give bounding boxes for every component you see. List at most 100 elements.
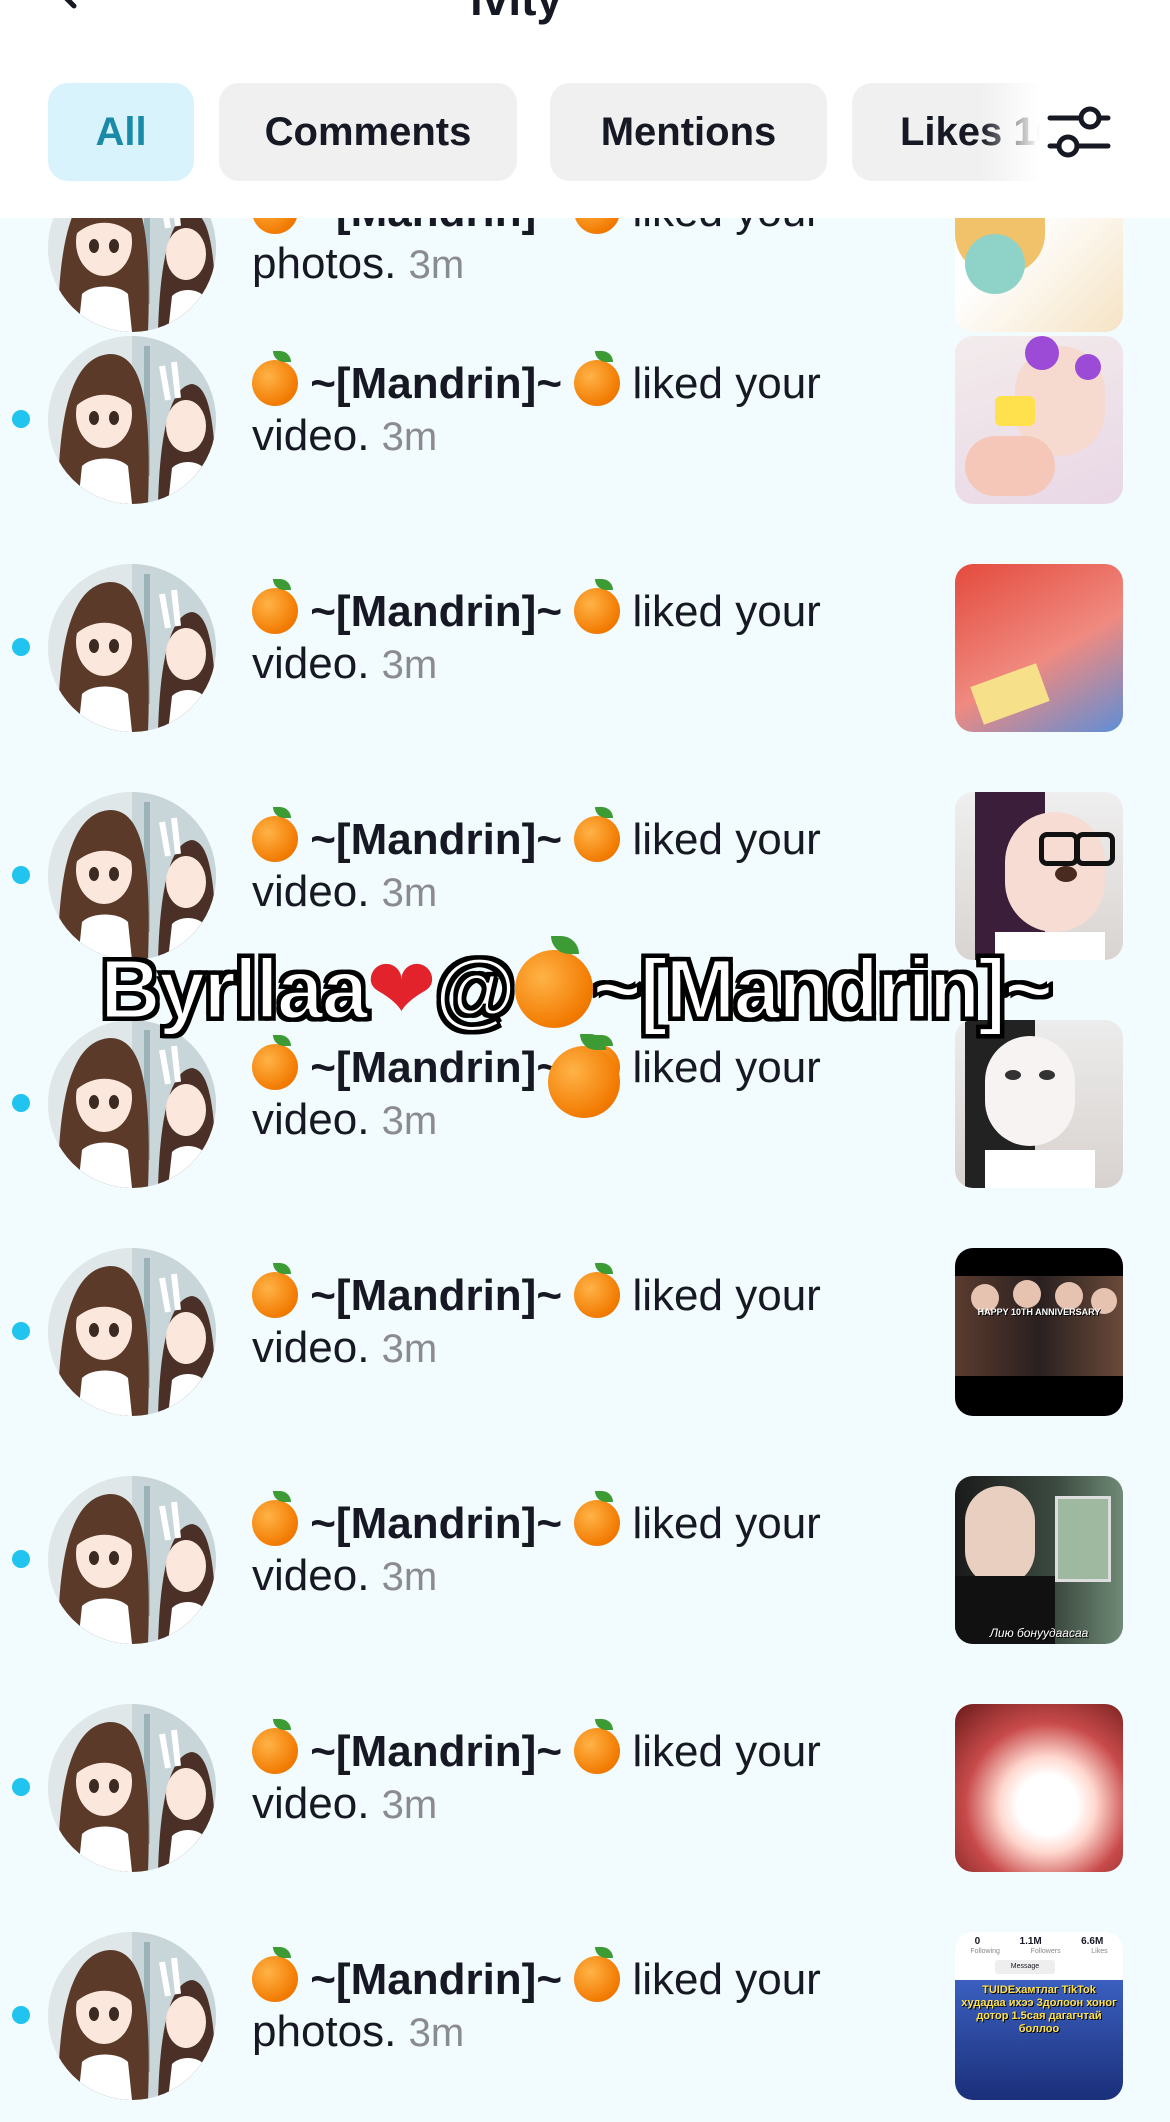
stat-label: Followers [1030, 1948, 1061, 1955]
stat-following: 0 [974, 1936, 981, 1947]
notification-row[interactable]: ~[Mandrin]~ liked your video. 3m [0, 526, 1170, 754]
header-bar: ivity All Comments Mentions Likes 16 [0, 0, 1170, 218]
object-text: video. [252, 867, 370, 916]
timestamp: 3m [381, 1783, 438, 1827]
avatar[interactable] [48, 564, 216, 732]
object-text: photos. [252, 239, 397, 288]
page-title: ivity [470, 0, 562, 26]
orange-emoji-icon [252, 1947, 298, 2002]
username[interactable]: ~[Mandrin]~ [310, 1727, 562, 1776]
post-thumbnail[interactable] [955, 792, 1123, 960]
heart-icon: ❤ [366, 942, 436, 1036]
post-thumbnail[interactable] [955, 1020, 1123, 1188]
notification-text: ~[Mandrin]~ liked your photos. 3m [252, 1947, 892, 2059]
orange-emoji-icon [252, 1263, 298, 1318]
object-text: video. [252, 1323, 370, 1372]
action-text: liked your [632, 1043, 821, 1092]
thumbnail-text: TUIDEхамтлаг TikTok худадаа ихээ 3долоон… [961, 1984, 1117, 2035]
overlay-caption: Byrllaa❤@ ~[Mandrin]~ [98, 936, 1055, 1038]
username[interactable]: ~[Mandrin]~ [310, 1043, 562, 1092]
orange-emoji-icon [574, 1491, 621, 1546]
username[interactable]: ~[Mandrin]~ [310, 1271, 562, 1320]
orange-emoji-icon [574, 807, 621, 862]
orange-emoji-icon [574, 1263, 621, 1318]
post-thumbnail[interactable] [955, 564, 1123, 732]
avatar[interactable] [48, 1020, 216, 1188]
orange-emoji-icon [574, 1719, 621, 1774]
tab-comments[interactable]: Comments [219, 83, 517, 181]
avatar[interactable] [48, 336, 216, 504]
stat-followers: 1.1M [1019, 1936, 1042, 1947]
username[interactable]: ~[Mandrin]~ [310, 1499, 562, 1548]
notification-row[interactable]: ~[Mandrin]~ liked your photos. 3m 0 1.1M… [0, 1894, 1170, 2122]
username[interactable]: ~[Mandrin]~ [310, 815, 562, 864]
orange-emoji-icon [252, 807, 298, 862]
post-thumbnail[interactable]: HAPPY 10TH ANNIVERSARY [955, 1248, 1123, 1416]
tab-all[interactable]: All [48, 83, 194, 181]
orange-emoji-icon [252, 579, 298, 634]
unread-dot [12, 638, 30, 656]
unread-dot [12, 1550, 30, 1568]
unread-dot [12, 1778, 30, 1796]
orange-emoji-icon [574, 579, 621, 634]
post-thumbnail[interactable] [955, 1704, 1123, 1872]
thumbnail-text: HAPPY 10TH ANNIVERSARY [977, 1307, 1101, 1317]
unread-dot [12, 1094, 30, 1112]
tab-mentions[interactable]: Mentions [550, 83, 827, 181]
notification-text: ~[Mandrin]~ liked your video. 3m [252, 1263, 892, 1375]
post-thumbnail[interactable] [955, 336, 1123, 504]
message-button: Message [995, 1960, 1055, 1974]
thumbnail-caption: Лию бонуудаасаа [989, 1626, 1089, 1640]
stat-label: Following [970, 1948, 1000, 1955]
timestamp: 3m [381, 1555, 438, 1599]
notification-row[interactable]: ~[Mandrin]~ liked your video. 3m [0, 1666, 1170, 1894]
avatar[interactable] [48, 1248, 216, 1416]
timestamp: 3m [381, 643, 438, 687]
avatar[interactable] [48, 1476, 216, 1644]
filter-sliders-icon[interactable] [1046, 104, 1112, 160]
notification-row[interactable]: ~[Mandrin]~ liked your video. 3m Лию бон… [0, 1438, 1170, 1666]
overlay-handle: ~[Mandrin]~ [591, 941, 1055, 1038]
notification-text: ~[Mandrin]~ liked your video. 3m [252, 351, 892, 463]
avatar[interactable] [48, 792, 216, 960]
post-thumbnail[interactable]: Лию бонуудаасаа [955, 1476, 1123, 1644]
orange-emoji-icon [252, 351, 298, 406]
notification-text: ~[Mandrin]~ liked your video. 3m [252, 579, 892, 691]
timestamp: 3m [408, 243, 465, 287]
notification-text: ~[Mandrin]~ liked your video. 3m [252, 1491, 892, 1603]
object-text: video. [252, 639, 370, 688]
overlay-name: Byrllaa [98, 941, 369, 1038]
timestamp: 3m [381, 415, 438, 459]
stat-label: Likes [1091, 1948, 1108, 1955]
action-text: liked your [632, 815, 821, 864]
object-text: video. [252, 1551, 370, 1600]
object-text: video. [252, 1779, 370, 1828]
timestamp: 3m [381, 871, 438, 915]
action-text: liked your [632, 587, 821, 636]
action-text: liked your [632, 1955, 821, 2004]
username[interactable]: ~[Mandrin]~ [310, 587, 562, 636]
orange-sticker-icon [548, 1034, 620, 1118]
avatar[interactable] [48, 1704, 216, 1872]
object-text: video. [252, 411, 370, 460]
unread-dot [12, 2006, 30, 2024]
post-thumbnail[interactable]: 0 1.1M 6.6M Following Followers Likes Me… [955, 1932, 1123, 2100]
action-text: liked your [632, 1727, 821, 1776]
action-text: liked your [632, 1499, 821, 1548]
timestamp: 3m [381, 1327, 438, 1371]
avatar[interactable] [48, 1932, 216, 2100]
username[interactable]: ~[Mandrin]~ [310, 359, 562, 408]
object-text: photos. [252, 2007, 397, 2056]
back-arrow-icon[interactable] [46, 0, 86, 10]
stat-likes: 6.6M [1081, 1936, 1104, 1947]
notification-row[interactable]: ~[Mandrin]~ liked your video. 3m HAPPY 1… [0, 1210, 1170, 1438]
unread-dot [12, 1322, 30, 1340]
orange-emoji-icon [252, 1491, 298, 1546]
timestamp: 3m [381, 1099, 438, 1143]
notification-text: ~[Mandrin]~ liked your video. 3m [252, 807, 892, 919]
notification-row[interactable]: ~[Mandrin]~ liked your video. 3m [0, 298, 1170, 526]
unread-dot [12, 866, 30, 884]
username[interactable]: ~[Mandrin]~ [310, 1955, 562, 2004]
object-text: video. [252, 1095, 370, 1144]
action-text: liked your [632, 359, 821, 408]
